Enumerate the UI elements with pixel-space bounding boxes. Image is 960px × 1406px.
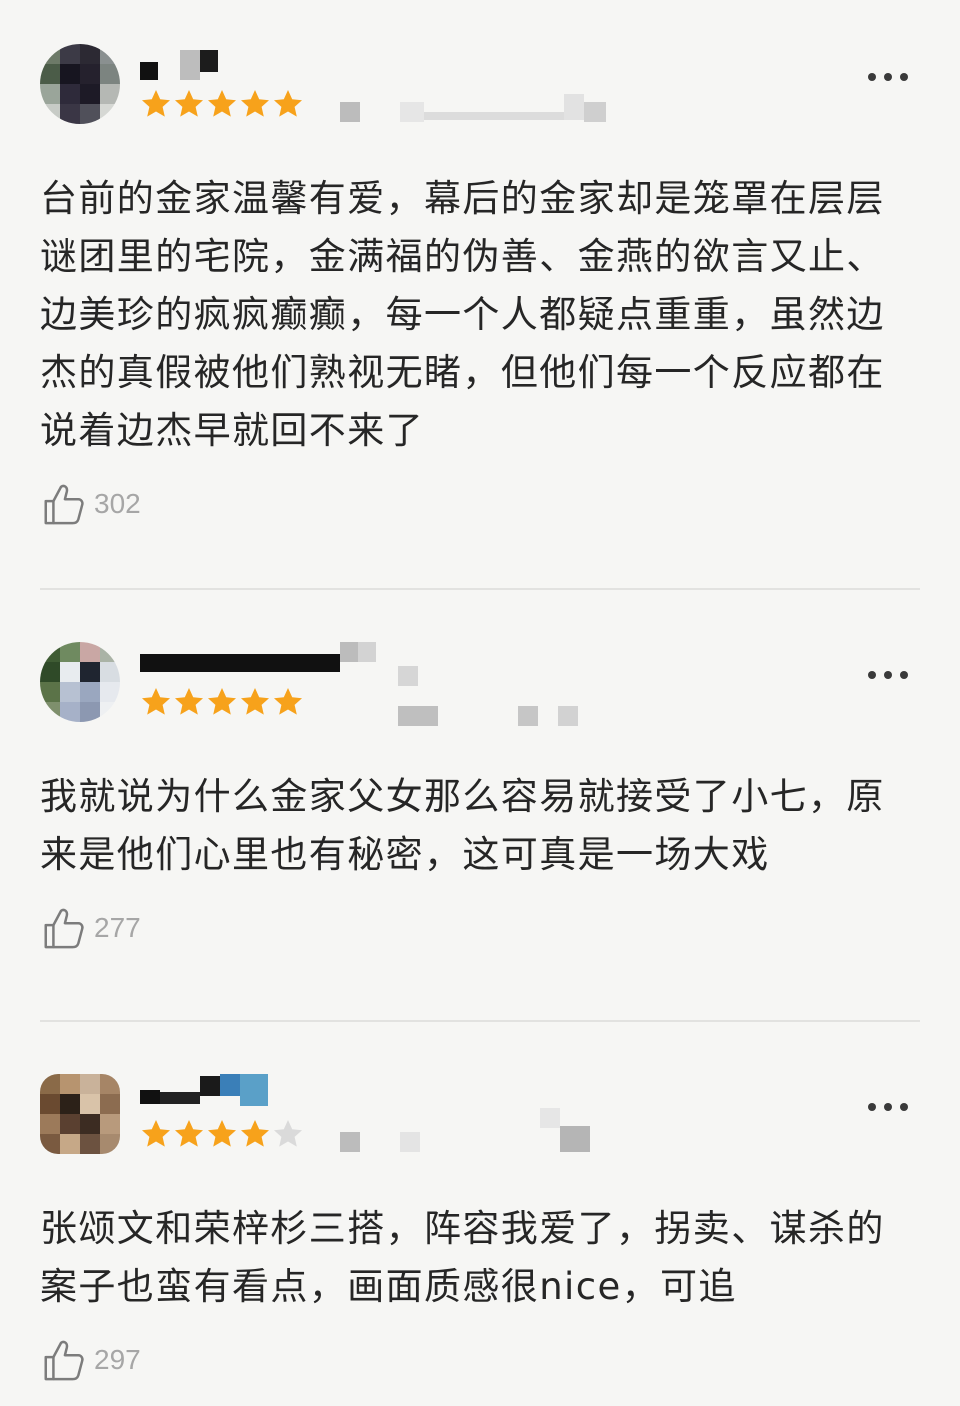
avatar[interactable] xyxy=(40,1074,120,1154)
review-meta-redacted xyxy=(398,706,578,726)
review-header xyxy=(40,642,920,726)
review-meta-redacted xyxy=(340,1108,590,1152)
star-filled-icon xyxy=(241,1120,269,1147)
star-filled-icon xyxy=(208,1120,236,1147)
star-filled-icon xyxy=(241,688,269,715)
star-filled-icon xyxy=(241,90,269,117)
like-row: 297 xyxy=(40,1336,920,1384)
username-redacted[interactable] xyxy=(140,642,376,672)
star-filled-icon xyxy=(274,90,302,117)
star-rating xyxy=(140,88,304,120)
star-filled-icon xyxy=(274,688,302,715)
star-rating xyxy=(140,1118,304,1150)
username-redacted[interactable] xyxy=(140,1074,268,1106)
review-text: 台前的金家温馨有爱，幕后的金家却是笼罩在层层谜团里的宅院，金满福的伪善、金燕的欲… xyxy=(40,177,885,452)
review-text: 张颂文和荣梓杉三搭，阵容我爱了，拐卖、谋杀的案子也蛮有看点，画面质感很nice，… xyxy=(40,1207,885,1308)
review-meta-redacted xyxy=(340,94,606,122)
review-meta-redacted xyxy=(398,666,418,686)
more-dots-icon xyxy=(868,73,876,81)
more-options-button[interactable] xyxy=(868,70,908,84)
more-options-button[interactable] xyxy=(868,668,908,682)
username-redacted[interactable] xyxy=(140,50,218,80)
like-count: 297 xyxy=(94,1344,141,1375)
like-count: 302 xyxy=(94,488,141,519)
like-row: 277 xyxy=(40,904,920,952)
more-dots-icon xyxy=(868,1103,876,1111)
review-card: 张颂文和荣梓杉三搭，阵容我爱了，拐卖、谋杀的案子也蛮有看点，画面质感很nice，… xyxy=(40,1020,920,1406)
review-card: 我就说为什么金家父女那么容易就接受了小七，原来是他们心里也有秘密，这可真是一场大… xyxy=(40,588,920,1020)
thumbs-up-icon[interactable] xyxy=(40,481,86,527)
more-dots-icon xyxy=(868,671,876,679)
thumbs-up-icon[interactable] xyxy=(40,1337,86,1383)
star-filled-icon xyxy=(142,90,170,117)
star-filled-icon xyxy=(175,90,203,117)
like-row: 302 xyxy=(40,480,920,528)
avatar[interactable] xyxy=(40,44,120,124)
more-options-button[interactable] xyxy=(868,1100,908,1114)
thumbs-up-icon[interactable] xyxy=(40,905,86,951)
star-filled-icon xyxy=(175,688,203,715)
review-card: 台前的金家温馨有爱，幕后的金家却是笼罩在层层谜团里的宅院，金满福的伪善、金燕的欲… xyxy=(40,0,920,588)
avatar[interactable] xyxy=(40,642,120,722)
review-header xyxy=(40,1074,920,1158)
star-filled-icon xyxy=(142,688,170,715)
review-feed: 台前的金家温馨有爱，幕后的金家却是笼罩在层层谜团里的宅院，金满福的伪善、金燕的欲… xyxy=(0,0,960,1406)
star-filled-icon xyxy=(142,1120,170,1147)
review-text: 我就说为什么金家父女那么容易就接受了小七，原来是他们心里也有秘密，这可真是一场大… xyxy=(40,775,885,876)
star-filled-icon xyxy=(175,1120,203,1147)
review-header xyxy=(40,44,920,128)
like-count: 277 xyxy=(94,912,141,943)
star-filled-icon xyxy=(208,90,236,117)
star-empty-icon xyxy=(274,1120,302,1147)
star-rating xyxy=(140,686,304,718)
star-filled-icon xyxy=(208,688,236,715)
